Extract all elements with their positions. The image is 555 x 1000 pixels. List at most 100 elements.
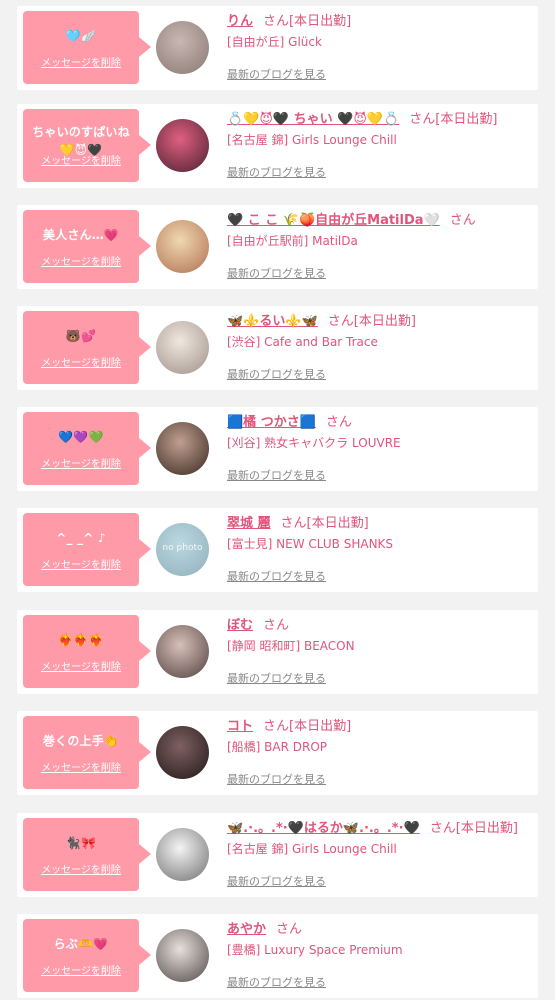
message-card: らぶ🫶💗 メッセージを削除 あやか さん [豊橋] Luxury Space Pr…: [17, 914, 538, 998]
delete-message-link[interactable]: メッセージを削除: [23, 455, 139, 470]
profile-name-link[interactable]: コト: [227, 719, 253, 734]
view-blog-link[interactable]: 最新のブログを見る: [227, 670, 326, 686]
delete-message-link[interactable]: メッセージを削除: [23, 354, 139, 369]
profile-info: 🟦橘 つかさ🟦 さん [刈谷] 熟女キャバクラ LOUVRE 最新のブログを見る: [227, 413, 534, 482]
message-card: 🐈‍⬛🎀 メッセージを削除 🦋.·.。.*·🖤はるか🦋.·.。.*·🖤 さん[本日…: [17, 813, 538, 897]
message-text: 🐈‍⬛🎀: [65, 836, 97, 850]
profile-info: あやか さん [豊橋] Luxury Space Premium 最新のブログを見…: [227, 920, 534, 989]
delete-message-link[interactable]: メッセージを削除: [23, 759, 139, 774]
view-blog-link[interactable]: 最新のブログを見る: [227, 265, 326, 281]
shop-label: [名古屋 錦] Girls Lounge Chill: [227, 842, 397, 856]
honorific: さん: [263, 719, 290, 734]
avatar[interactable]: [156, 929, 209, 982]
view-blog-link[interactable]: 最新のブログを見る: [227, 366, 326, 382]
profile-name-link[interactable]: 🟦橘 つかさ🟦: [227, 415, 316, 430]
honorific: さん: [449, 213, 476, 228]
shop-label: [刈谷] 熟女キャバクラ LOUVRE: [227, 436, 401, 450]
profile-name-link[interactable]: りん: [227, 14, 253, 29]
name-line: 🦋.·.。.*·🖤はるか🦋.·.。.*·🖤 さん[本日出勤]: [227, 819, 534, 839]
profile-name-link[interactable]: 💍💛😈🖤 ちゃい 🖤😈💛💍: [227, 112, 399, 127]
shop-label: [船橋] BAR DROP: [227, 740, 328, 754]
shop-label: [名古屋 錦] Girls Lounge Chill: [227, 133, 397, 147]
message-bubble: 🐈‍⬛🎀 メッセージを削除: [23, 818, 151, 891]
honorific: さん: [263, 618, 290, 633]
delete-message-link[interactable]: メッセージを削除: [23, 54, 139, 69]
view-blog-link[interactable]: 最新のブログを見る: [227, 66, 326, 82]
message-bubble: ❤️‍🔥❤️‍🔥❤️‍🔥 メッセージを削除: [23, 615, 151, 688]
honorific: さん: [429, 821, 456, 836]
profile-info: コト さん[本日出勤] [船橋] BAR DROP 最新のブログを見る: [227, 717, 534, 786]
view-blog-link[interactable]: 最新のブログを見る: [227, 164, 326, 180]
message-text: ❤️‍🔥❤️‍🔥❤️‍🔥: [58, 633, 104, 647]
message-text: 💙💜💚: [58, 430, 104, 444]
avatar[interactable]: [156, 220, 209, 273]
status-badge: [本日出勤]: [353, 314, 416, 329]
avatar[interactable]: [156, 21, 209, 74]
message-text: 🐻💕: [65, 329, 97, 343]
profile-info: ぼむ さん [静岡 昭和町] BEACON 最新のブログを見る: [227, 616, 534, 685]
delete-message-link[interactable]: メッセージを削除: [23, 962, 139, 977]
shop-label: [富士見] NEW CLUB SHANKS: [227, 537, 394, 551]
profile-info: りん さん[本日出勤] [自由が丘] Glück 最新のブログを見る: [227, 12, 534, 81]
message-bubble: ^_ _^ ♪ メッセージを削除: [23, 513, 151, 586]
name-line: 🦋⚜️るい⚜️🦋 さん[本日出勤]: [227, 312, 534, 332]
avatar[interactable]: no photo: [156, 523, 209, 576]
avatar[interactable]: [156, 625, 209, 678]
shop-label: [静岡 昭和町] BEACON: [227, 639, 355, 653]
shop-label: [豊橋] Luxury Space Premium: [227, 943, 403, 957]
avatar[interactable]: [156, 321, 209, 374]
message-card: 美人さん…💗 メッセージを削除 🖤 こ こ 🌾🍑自由が丘MatilDa🤍 さん […: [17, 205, 538, 289]
delete-message-link[interactable]: メッセージを削除: [23, 556, 139, 571]
profile-info: 💍💛😈🖤 ちゃい 🖤😈💛💍 さん[本日出勤] [名古屋 錦] Girls Loun…: [227, 110, 534, 179]
message-text: ^_ _^ ♪: [56, 531, 106, 545]
message-card: 🐻💕 メッセージを削除 🦋⚜️るい⚜️🦋 さん[本日出勤] [渋谷] Cafe a…: [17, 306, 538, 390]
profile-info: 翠城 麗さん[本日出勤] [富士見] NEW CLUB SHANKS 最新のブロ…: [227, 514, 534, 583]
name-line: ぼむ さん: [227, 616, 534, 636]
profile-name-link[interactable]: 🦋⚜️るい⚜️🦋: [227, 314, 318, 329]
avatar-placeholder-text: no photo: [162, 543, 203, 553]
delete-message-link[interactable]: メッセージを削除: [23, 658, 139, 673]
name-line: あやか さん: [227, 920, 534, 940]
name-line: 翠城 麗さん[本日出勤]: [227, 514, 534, 534]
view-blog-link[interactable]: 最新のブログを見る: [227, 771, 326, 787]
profile-name-link[interactable]: ぼむ: [227, 618, 253, 633]
avatar[interactable]: [156, 119, 209, 172]
view-blog-link[interactable]: 最新のブログを見る: [227, 873, 326, 889]
avatar[interactable]: [156, 828, 209, 881]
honorific: さん: [276, 922, 303, 937]
profile-name-link[interactable]: 🦋.·.。.*·🖤はるか🦋.·.。.*·🖤: [227, 821, 420, 836]
status-badge: [本日出勤]: [306, 516, 369, 531]
honorific: さん: [280, 516, 307, 531]
view-blog-link[interactable]: 最新のブログを見る: [227, 568, 326, 584]
honorific: さん: [327, 314, 354, 329]
honorific: さん: [325, 415, 352, 430]
message-text: 🩵🪽: [65, 29, 97, 43]
message-card: ^_ _^ ♪ メッセージを削除 no photo 翠城 麗さん[本日出勤] […: [17, 508, 538, 592]
message-bubble: 美人さん…💗 メッセージを削除: [23, 210, 151, 283]
name-line: りん さん[本日出勤]: [227, 12, 534, 32]
message-card: ちゃいのすぱいね 💛😈🖤 メッセージを削除 💍💛😈🖤 ちゃい 🖤😈💛💍 さん[本日…: [17, 104, 538, 188]
delete-message-link[interactable]: メッセージを削除: [23, 253, 139, 268]
view-blog-link[interactable]: 最新のブログを見る: [227, 467, 326, 483]
status-badge: [本日出勤]: [455, 821, 518, 836]
view-blog-link[interactable]: 最新のブログを見る: [227, 974, 326, 990]
profile-name-link[interactable]: あやか: [227, 922, 266, 937]
avatar[interactable]: [156, 422, 209, 475]
message-card: 💙💜💚 メッセージを削除 🟦橘 つかさ🟦 さん [刈谷] 熟女キャバクラ LOUV…: [17, 407, 538, 491]
message-bubble: 🩵🪽 メッセージを削除: [23, 11, 151, 84]
delete-message-link[interactable]: メッセージを削除: [23, 152, 139, 167]
message-bubble: 💙💜💚 メッセージを削除: [23, 412, 151, 485]
delete-message-link[interactable]: メッセージを削除: [23, 861, 139, 876]
message-bubble: 🐻💕 メッセージを削除: [23, 311, 151, 384]
message-bubble: ちゃいのすぱいね 💛😈🖤 メッセージを削除: [23, 109, 151, 182]
profile-name-link[interactable]: 翠城 麗: [227, 516, 271, 531]
message-card: 🩵🪽 メッセージを削除 りん さん[本日出勤] [自由が丘] Glück 最新のブ…: [17, 6, 538, 90]
name-line: コト さん[本日出勤]: [227, 717, 534, 737]
message-card: ❤️‍🔥❤️‍🔥❤️‍🔥 メッセージを削除 ぼむ さん [静岡 昭和町] BEAC…: [17, 610, 538, 694]
message-text: 美人さん…💗: [42, 228, 120, 242]
status-badge: [本日出勤]: [435, 112, 498, 127]
profile-name-link[interactable]: 🖤 こ こ 🌾🍑自由が丘MatilDa🤍: [227, 213, 440, 228]
message-card: 巻くの上手👏 メッセージを削除 コト さん[本日出勤] [船橋] BAR DROP…: [17, 711, 538, 795]
avatar[interactable]: [156, 726, 209, 779]
name-line: 🖤 こ こ 🌾🍑自由が丘MatilDa🤍 さん: [227, 211, 534, 231]
